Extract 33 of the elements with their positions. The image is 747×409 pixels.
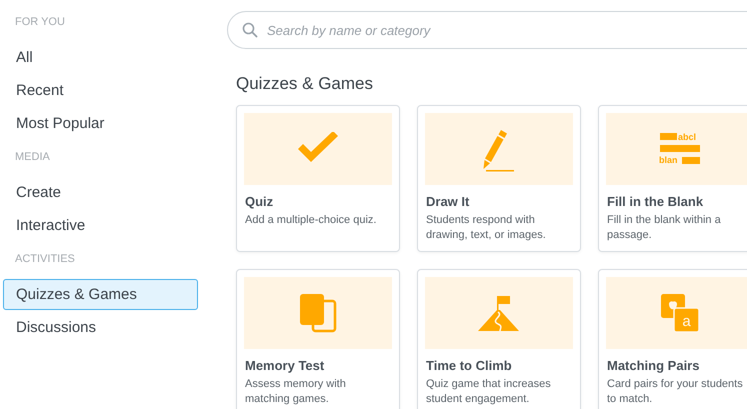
card-description: Card pairs for your students to match. xyxy=(607,377,744,407)
sidebar-item[interactable]: All xyxy=(3,42,198,73)
sidebar-item[interactable]: Quizzes & Games xyxy=(3,279,198,310)
section-heading: MEDIA xyxy=(14,151,51,165)
activity-card[interactable]: Memory Test Assess memory with matching games. xyxy=(236,269,400,409)
activity-card[interactable]: abcl blan Fill in the Blank Fill in the blank within a passage. xyxy=(598,105,747,252)
sidebar-item[interactable]: Recent xyxy=(3,75,198,106)
section-heading: FOR YOU xyxy=(14,16,66,30)
card-title: Draw It xyxy=(426,194,470,209)
sidebar-item[interactable]: Discussions xyxy=(3,312,198,343)
cards-icon xyxy=(299,293,337,333)
activity-card[interactable]: Time to Climb Quiz game that increases student engagement. xyxy=(417,269,581,409)
search-icon xyxy=(242,22,258,38)
sidebar-item[interactable]: Interactive xyxy=(3,210,198,241)
search-field[interactable]: Search by name or category xyxy=(227,11,747,49)
card-title: Memory Test xyxy=(245,358,326,373)
mountain-flag-icon xyxy=(478,294,520,332)
activity-card[interactable]: Draw It Students respond with drawing, text, or images. xyxy=(417,105,581,252)
activity-card[interactable]: a Matching Pairs Card pairs for your students to match. xyxy=(598,269,747,409)
card-description: Add a multiple-choice quiz. xyxy=(245,213,378,228)
card-description: Fill in the blank within a passage. xyxy=(607,213,722,243)
card-title: Quiz xyxy=(245,194,274,209)
section-heading: ACTIVITIES xyxy=(14,253,76,267)
card-description: Students respond with drawing, text, or images. xyxy=(426,213,547,243)
activity-card[interactable]: Quiz Add a multiple-choice quiz. xyxy=(236,105,400,252)
card-title: Matching Pairs xyxy=(607,358,700,373)
section-title: Quizzes & Games xyxy=(236,74,374,94)
sidebar-item[interactable]: Most Popular xyxy=(3,108,198,139)
card-description: Assess memory with matching games. xyxy=(245,377,347,407)
sidebar-item[interactable]: Create xyxy=(3,177,198,208)
card-description: Quiz game that increases student engagement. xyxy=(426,377,552,407)
card-title: Time to Climb xyxy=(426,358,513,373)
card-title: Fill in the Blank xyxy=(607,194,704,209)
